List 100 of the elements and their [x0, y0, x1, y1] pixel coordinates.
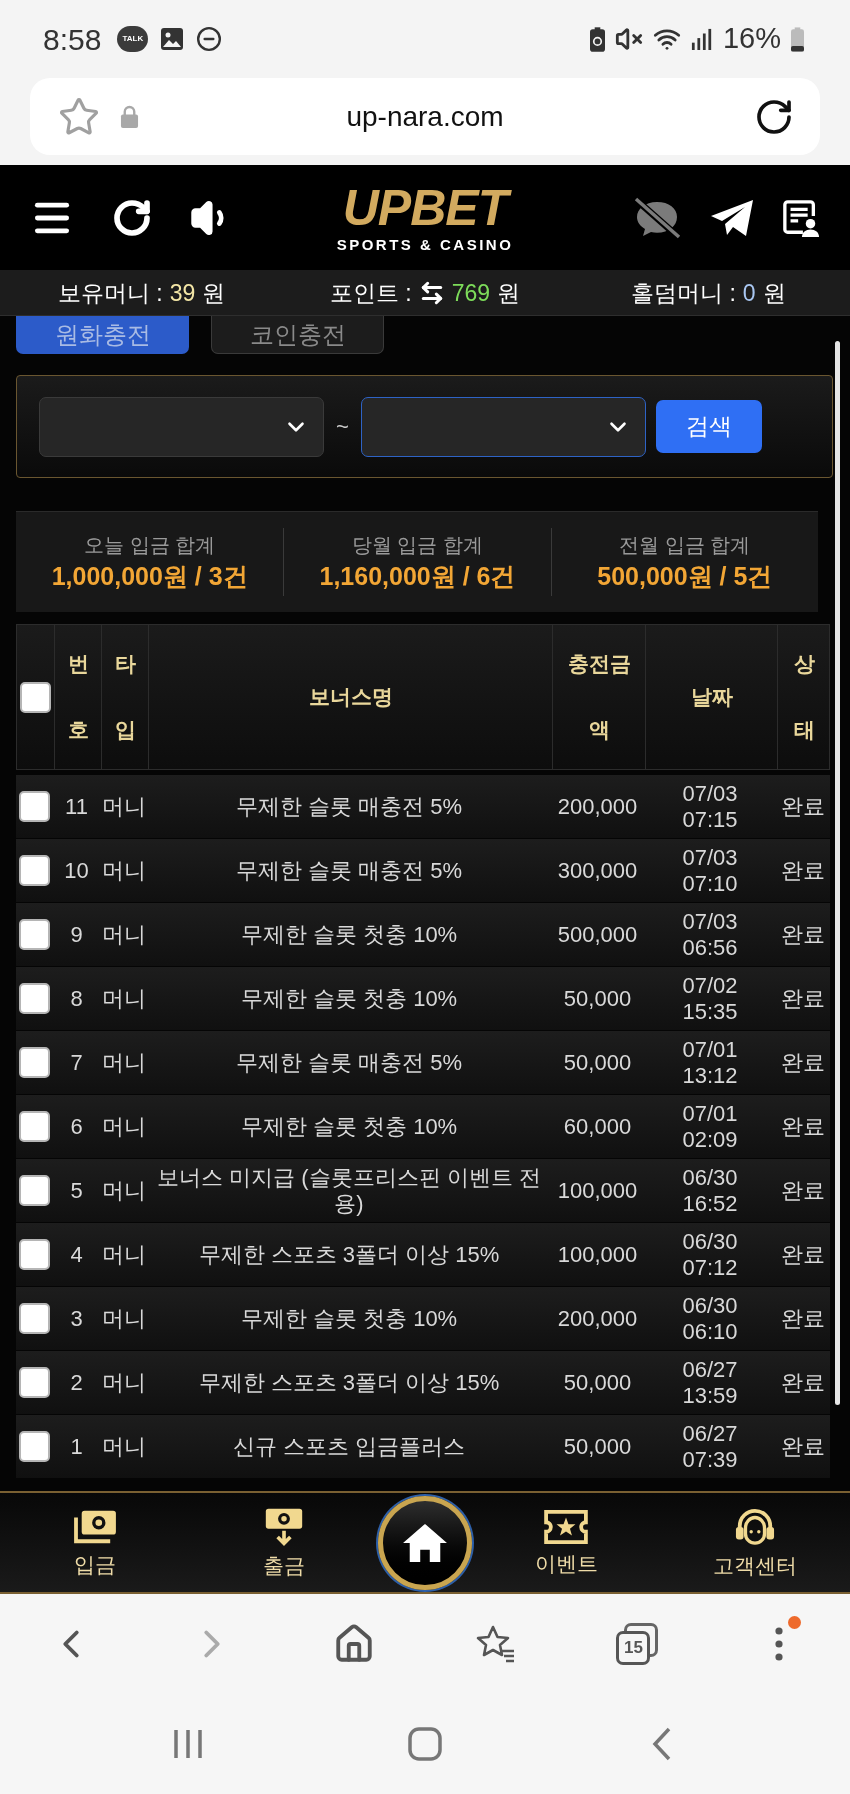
checkbox[interactable] [19, 1367, 50, 1398]
ticket-star-icon [543, 1508, 589, 1545]
balance-label: 포인트 : [329, 278, 412, 307]
nav-item[interactable]: 입금 [72, 1507, 118, 1578]
status-cell-text: 완료 [780, 1049, 826, 1077]
amount-cell-text: 300,000 [556, 857, 639, 885]
status-cell-text: 완료 [780, 1305, 826, 1333]
bonus-name-cell-text: 무제한 스포츠 3폴더 이상 15% [197, 1241, 501, 1268]
type-cell-text: 머니 [100, 1369, 147, 1397]
nav-item[interactable]: 이벤트 [534, 1508, 598, 1577]
checkbox[interactable] [19, 1239, 50, 1270]
telegram-button[interactable] [710, 198, 754, 237]
chat-button[interactable] [632, 196, 682, 239]
row-number: 7 [69, 1049, 84, 1077]
nav-item[interactable]: 고객센터 [713, 1506, 797, 1579]
profile-document-icon [782, 198, 820, 237]
url-text[interactable]: up-nara.com [150, 95, 700, 138]
checkbox[interactable] [19, 983, 50, 1014]
bonus-name-cell-text: 무제한 슬롯 매충전 5% [234, 1049, 464, 1076]
lock-icon [120, 105, 139, 128]
balance-amount: 769 [451, 278, 491, 307]
amount-cell-text: 200,000 [556, 793, 639, 821]
status-cell-text: 완료 [780, 857, 826, 885]
date-cell-text: 06/30 06:10 [681, 1292, 739, 1345]
row-number: 11 [64, 793, 89, 821]
amount-cell-text: 100,000 [556, 1177, 639, 1205]
balance-label: 보유머니 : [57, 278, 163, 307]
battery-percentage: 16% [722, 21, 781, 57]
checkbox[interactable] [19, 919, 50, 950]
bonus-name-cell-text: 무제한 슬롯 첫충 10% [239, 921, 459, 948]
summary-value: 500,000원 / 5건 [597, 561, 773, 591]
column-header: 번호 [54, 625, 101, 769]
banknote-down-arrow-icon [264, 1506, 304, 1547]
date-cell-text: 07/03 07:15 [681, 780, 739, 833]
recent-apps-icon [172, 1728, 204, 1760]
bookmarks-button[interactable] [475, 1624, 516, 1664]
back-icon [652, 1727, 672, 1761]
summary-label: 오늘 입금 합계 [84, 533, 216, 557]
date-cell-text: 07/01 02:09 [681, 1100, 739, 1153]
checkbox[interactable] [19, 855, 50, 886]
row-number: 4 [69, 1241, 84, 1269]
date-cell-text: 06/30 07:12 [681, 1228, 739, 1281]
checkbox[interactable] [19, 1047, 50, 1078]
bonus-name-cell-text: 무제한 슬롯 첫충 10% [239, 1305, 459, 1332]
bonus-name-cell-text: 무제한 슬롯 매충전 5% [234, 857, 464, 884]
status-cell-text: 완료 [780, 793, 826, 821]
search-button[interactable]: 검색 [655, 400, 762, 453]
more-options-icon [775, 1627, 784, 1661]
status-cell-text: 완료 [780, 921, 826, 949]
refresh-button[interactable] [112, 197, 152, 238]
date-cell-text: 07/02 15:35 [681, 972, 739, 1025]
nav-item[interactable]: 출금 [263, 1506, 305, 1579]
type-cell-text: 머니 [100, 921, 147, 949]
amount-cell-text: 60,000 [562, 1113, 633, 1141]
date-cell-text: 07/03 07:10 [681, 844, 739, 897]
type-cell-text: 머니 [100, 857, 147, 885]
balance-amount: 39 [169, 278, 196, 307]
home-button[interactable] [378, 1495, 472, 1590]
date-cell-text: 07/03 06:56 [681, 908, 739, 961]
checkbox[interactable] [20, 681, 51, 713]
row-number: 10 [63, 857, 90, 885]
summary-value: 1,000,000원 / 3건 [51, 561, 248, 591]
date-cell-text: 07/01 13:12 [681, 1036, 739, 1089]
type-cell-text: 머니 [100, 1113, 147, 1141]
checkbox[interactable] [19, 1175, 50, 1206]
row-number: 9 [69, 921, 84, 949]
checkbox[interactable] [19, 791, 50, 822]
status-cell-text: 완료 [780, 1433, 826, 1461]
checkbox[interactable] [19, 1303, 50, 1334]
chat-badge: TALK [117, 26, 149, 52]
row-number: 2 [69, 1369, 84, 1397]
paper-plane-icon [710, 198, 754, 237]
row-number: 8 [69, 985, 84, 1013]
battery-icon [791, 26, 804, 52]
type-cell-text: 머니 [100, 1049, 147, 1077]
bonus-name-cell-text: 무제한 슬롯 매충전 5% [234, 793, 464, 820]
row-number: 6 [69, 1113, 84, 1141]
checkbox[interactable] [19, 1111, 50, 1142]
column-header: 타입 [101, 625, 148, 769]
row-number: 1 [69, 1433, 84, 1461]
tab[interactable]: 코인충전 [211, 316, 384, 354]
summary-label: 전월 입금 합계 [619, 533, 751, 557]
date-cell-text: 06/27 07:39 [681, 1420, 739, 1473]
amount-cell-text: 50,000 [562, 1369, 633, 1397]
amount-cell-text: 50,000 [562, 985, 633, 1013]
type-cell-text: 머니 [100, 793, 147, 821]
currency-unit: 원 [762, 278, 786, 307]
row-number: 3 [69, 1305, 84, 1333]
range-separator: ~ [336, 413, 349, 441]
type-cell-text: 머니 [100, 1433, 147, 1461]
picture-icon [160, 27, 185, 51]
do-not-disturb-icon [196, 26, 223, 52]
date-select[interactable] [360, 396, 646, 457]
profile-button[interactable] [782, 198, 820, 237]
home-square-icon [408, 1727, 442, 1761]
type-cell-text: 머니 [100, 1177, 147, 1205]
type-cell-text: 머니 [100, 1241, 147, 1269]
checkbox[interactable] [19, 1431, 50, 1462]
column-header: 상태 [777, 625, 831, 769]
balance-label: 홀덤머니 : [631, 278, 736, 307]
